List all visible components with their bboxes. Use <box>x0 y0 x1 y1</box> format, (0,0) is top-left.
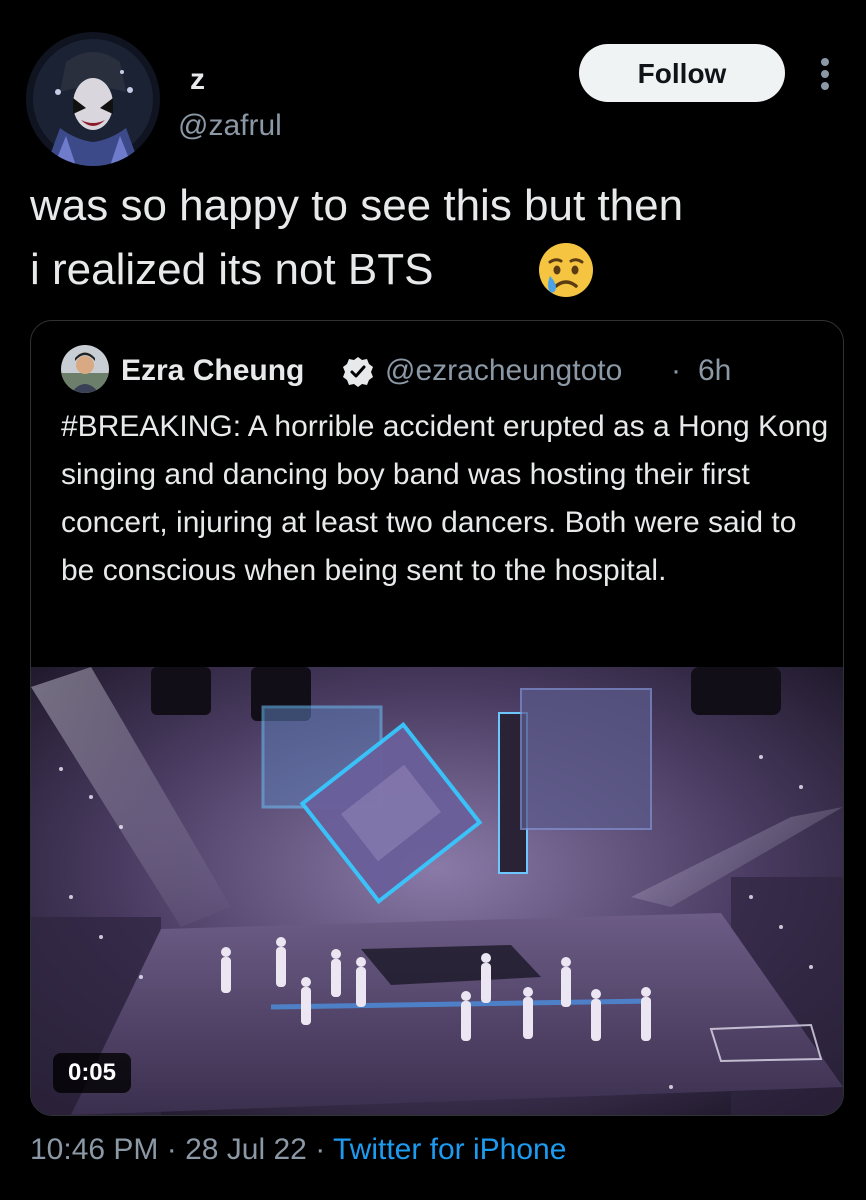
concert-video-frame <box>31 667 843 1115</box>
quoted-author-avatar[interactable] <box>61 345 109 393</box>
tweet-source-link[interactable]: Twitter for iPhone <box>333 1133 566 1166</box>
tweet: z @zafrul Follow was so happy to see thi… <box>0 0 866 1200</box>
author-handle[interactable]: @zafrul <box>178 106 282 146</box>
quoted-handle[interactable]: @ezracheungtoto <box>385 351 622 391</box>
avatar-image <box>26 32 160 166</box>
quoted-display-name[interactable]: Ezra Cheung <box>121 351 304 391</box>
tweet-meta: 10:46 PM · 28 Jul 22 · Twitter for iPhon… <box>30 1130 566 1170</box>
meta-separator-2: · <box>306 1133 333 1166</box>
crying-face-icon <box>536 240 596 300</box>
tweet-time[interactable]: 10:46 PM <box>30 1133 158 1166</box>
quoted-tweet-text: #BREAKING: A horrible accident erupted a… <box>61 410 829 587</box>
tweet-date[interactable]: 28 Jul 22 <box>185 1133 307 1166</box>
video-duration-badge: 0:05 <box>53 1053 131 1093</box>
verified-badge-icon <box>341 355 375 389</box>
more-vertical-icon[interactable] <box>808 54 844 94</box>
quoted-avatar-image <box>61 345 109 393</box>
quoted-timestamp[interactable]: 6h <box>698 351 731 391</box>
meta-separator: · <box>158 1133 186 1166</box>
author-display-name[interactable]: z <box>190 62 205 98</box>
quoted-tweet-card[interactable]: Ezra Cheung @ezracheungtoto · 6h #BREAKI… <box>30 320 844 1116</box>
video-player[interactable]: 0:05 <box>31 667 843 1115</box>
quoted-separator: · <box>671 354 681 387</box>
follow-button[interactable]: Follow <box>579 44 785 102</box>
author-avatar[interactable] <box>26 32 160 166</box>
tweet-text: was so happy to see this but then i real… <box>30 181 684 294</box>
